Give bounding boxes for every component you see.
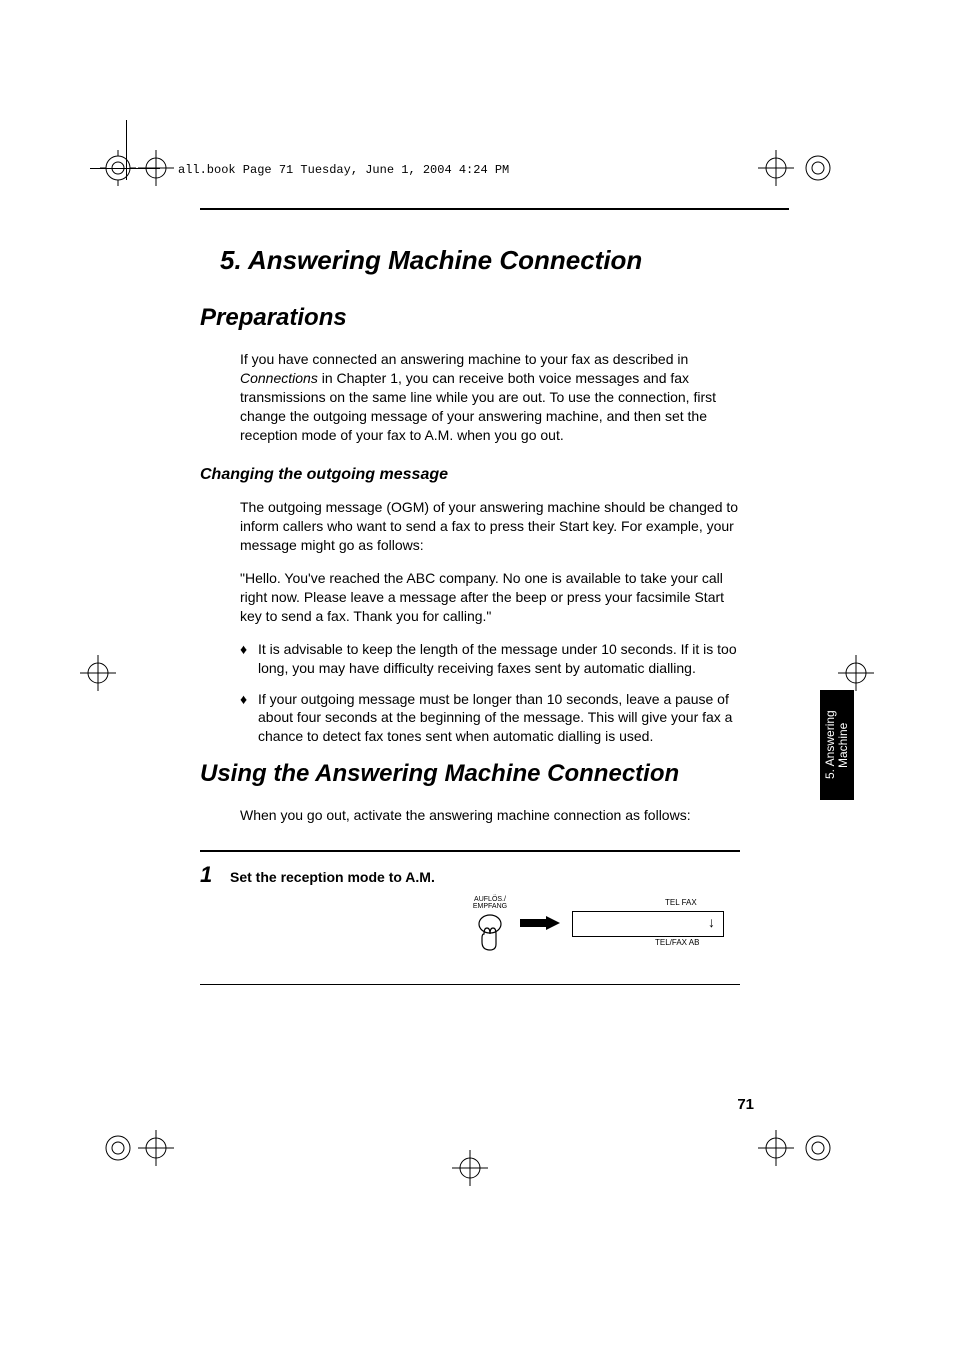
step-box: 1 Set the reception mode to A.M. AUFLÖS.… [200, 850, 740, 985]
arrow-down-icon: ↓ [708, 914, 715, 930]
list-item: ♦ It is advisable to keep the length of … [240, 640, 740, 678]
step-number: 1 [200, 862, 230, 888]
bullet-list: ♦ It is advisable to keep the length of … [240, 640, 740, 746]
ogm-paragraph-1: The outgoing message (OGM) of your answe… [240, 498, 740, 555]
crosshair-icon [758, 1130, 794, 1166]
crosshair-icon [138, 1130, 174, 1166]
step-instruction: Set the reception mode to A.M. [230, 869, 435, 885]
page: all.book Page 71 Tuesday, June 1, 2004 4… [0, 0, 954, 1351]
diagram-panel-top: TEL FAX [665, 898, 697, 907]
para-italic: Connections [240, 370, 318, 386]
diagram-display-rect [572, 911, 724, 937]
gear-icon [800, 150, 836, 186]
crosshair-icon [80, 655, 116, 691]
para-text: If you have connected an answering machi… [240, 351, 688, 367]
step-diagram: AUFLÖS./ EMPFANG TEL FAX ↓ TEL/FAX AB [200, 894, 740, 964]
diagram-button-label: AUFLÖS./ EMPFANG [465, 896, 515, 910]
crosshair-icon [838, 655, 874, 691]
list-item: ♦ If your outgoing message must be longe… [240, 690, 740, 747]
crop-line [126, 120, 127, 180]
using-paragraph: When you go out, activate the answering … [240, 806, 740, 825]
hand-press-icon [470, 912, 510, 954]
section-title-using: Using the Answering Machine Connection [200, 760, 740, 788]
gear-icon [800, 1130, 836, 1166]
chapter-title: 5. Answering Machine Connection [220, 245, 740, 276]
section-title-preparations: Preparations [200, 304, 740, 332]
diamond-icon: ♦ [240, 640, 258, 678]
content-area: 5. Answering Machine Connection Preparat… [200, 245, 740, 985]
arrow-right-icon [520, 916, 560, 930]
step-row: 1 Set the reception mode to A.M. [200, 862, 740, 888]
subsection-title-ogm: Changing the outgoing message [200, 466, 740, 484]
crosshair-icon [758, 150, 794, 186]
bullet-text: If your outgoing message must be longer … [258, 690, 740, 747]
page-number: 71 [737, 1096, 754, 1113]
running-header: all.book Page 71 Tuesday, June 1, 2004 4… [178, 163, 509, 177]
header-rule [200, 208, 789, 210]
diamond-icon: ♦ [240, 690, 258, 747]
gear-icon [100, 1130, 136, 1166]
preparations-paragraph: If you have connected an answering machi… [240, 350, 740, 444]
ogm-paragraph-2: "Hello. You've reached the ABC company. … [240, 569, 740, 626]
side-tab: 5. Answering Machine [820, 690, 854, 800]
crop-line [90, 168, 160, 169]
crosshair-icon [452, 1150, 488, 1186]
diagram-panel-bottom: TEL/FAX AB [655, 938, 699, 947]
bullet-text: It is advisable to keep the length of th… [258, 640, 740, 678]
